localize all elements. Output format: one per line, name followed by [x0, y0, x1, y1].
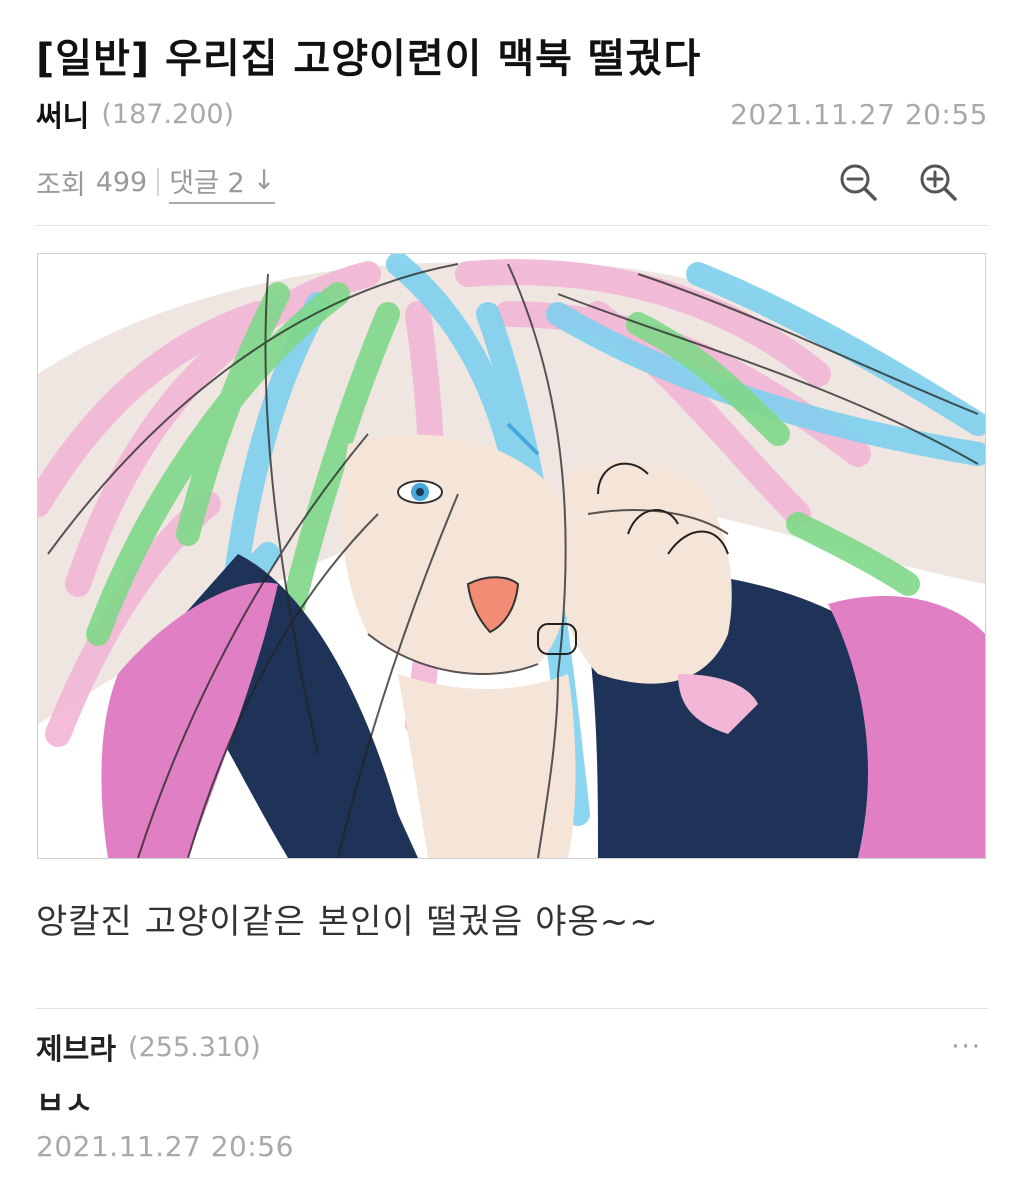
post-date: 2021.11.27 20:55: [730, 97, 988, 131]
divider: [36, 225, 988, 226]
post-body-text: 앙칼진 고양이같은 본인이 떨궜음 야옹~~: [36, 902, 659, 942]
post-image-illustration[interactable]: [37, 253, 986, 859]
comment-text-wrapper: ㅂㅅ: [36, 1090, 436, 1114]
post-stats: 조회 499 댓글 2 ↓: [36, 160, 988, 204]
post-meta: 써니 (187.200) 2021.11.27 20:55: [36, 94, 988, 134]
author-ip: (187.200): [101, 98, 235, 130]
illustration-drawing: [38, 254, 985, 858]
comment-date: 2021.11.27 20:56: [36, 1130, 294, 1163]
author-name[interactable]: 써니: [36, 93, 89, 135]
arrow-down-icon: ↓: [252, 164, 276, 196]
comments-jump-link[interactable]: 댓글 2 ↓: [169, 161, 276, 204]
commenter-ip: (255.310): [128, 1031, 261, 1063]
commenter-name[interactable]: 제브라: [36, 1026, 116, 1068]
zoom-controls: [838, 162, 958, 202]
views-label: 조회: [36, 169, 86, 201]
more-options-icon[interactable]: ···: [951, 1032, 982, 1062]
zoom-out-icon[interactable]: [838, 162, 878, 202]
views-count: 499: [95, 166, 148, 198]
comment-header: 제브라 (255.310) ···: [36, 1026, 988, 1068]
divider: [36, 1008, 988, 1009]
comment-text: ㅂㅅ: [36, 1090, 94, 1114]
comments-count-label: 댓글 2: [169, 167, 245, 199]
post-title: [일반] 우리집 고양이련이 맥북 떨궜다: [36, 36, 702, 82]
zoom-in-icon[interactable]: [918, 162, 958, 202]
stat-divider: [157, 168, 160, 196]
